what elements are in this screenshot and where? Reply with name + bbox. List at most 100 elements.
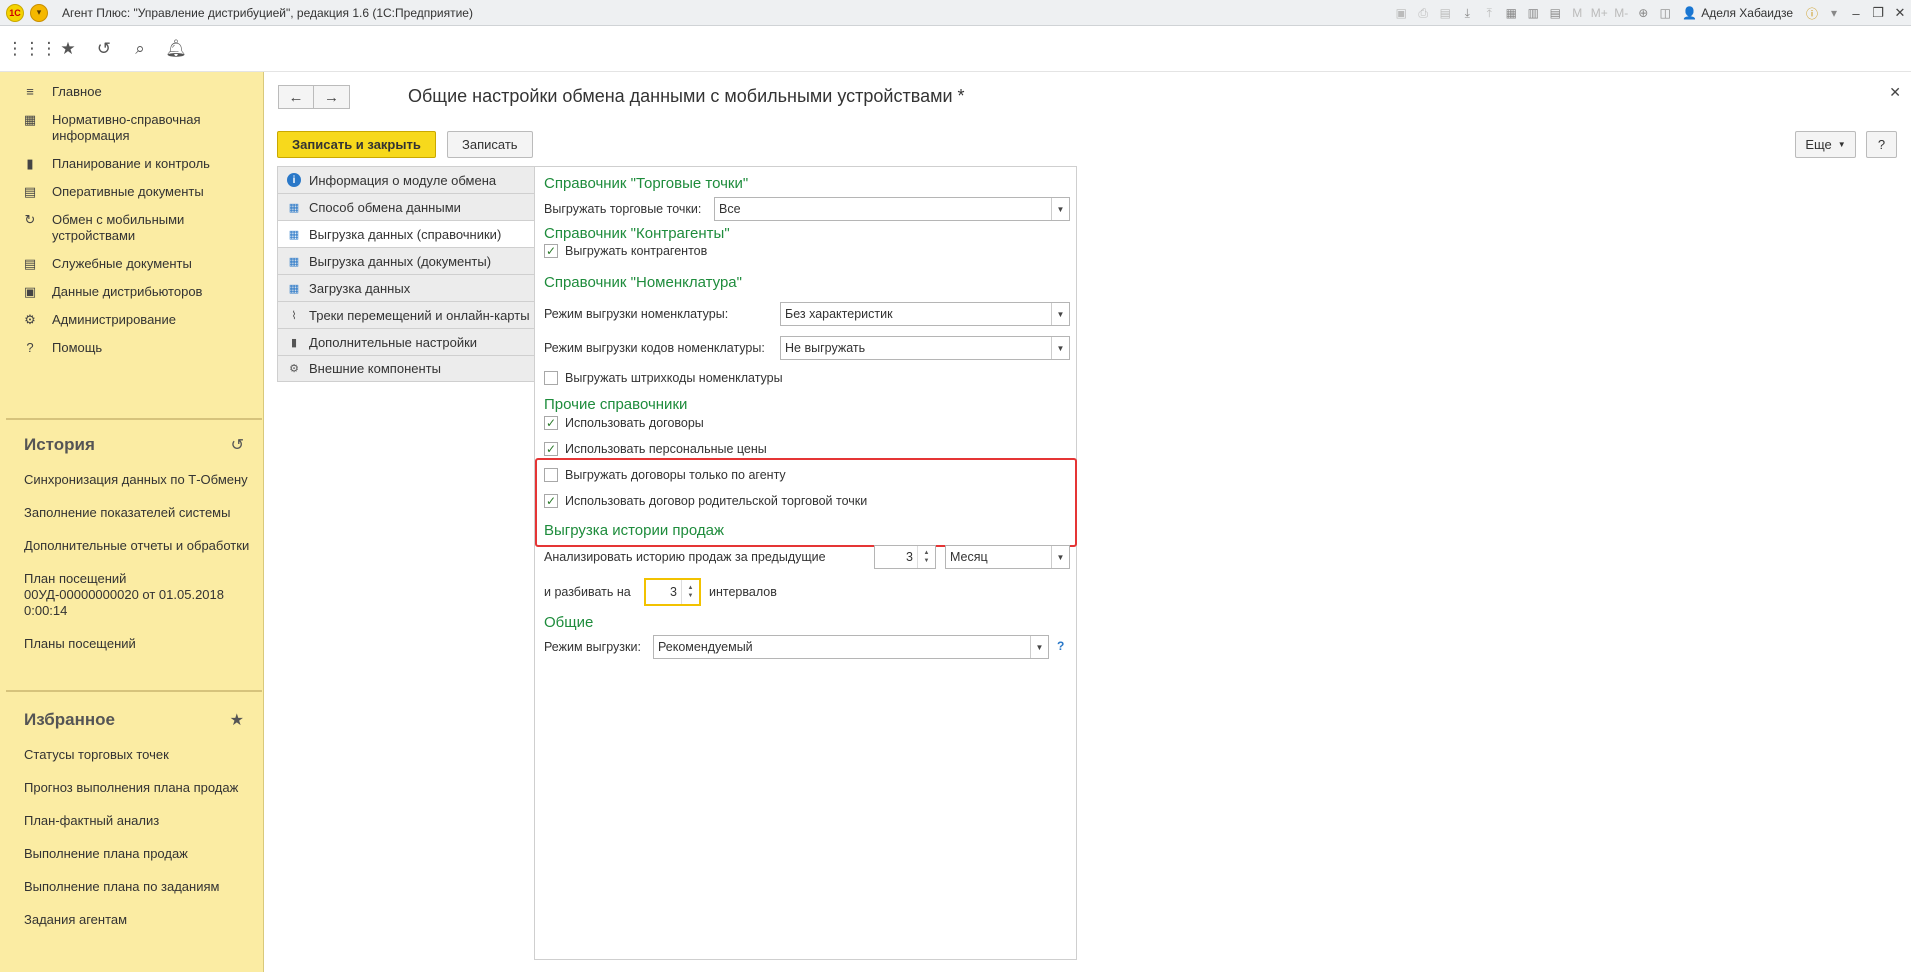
upload-icon[interactable]: ⤒: [1481, 5, 1497, 21]
quick-toolbar: ⋮⋮⋮ ★ ↺ ⌕ 🔔︎: [0, 26, 1911, 72]
checkbox-label: Выгружать контрагентов: [565, 244, 708, 258]
favorite-link[interactable]: Выполнение плана по заданиям: [0, 869, 264, 902]
sidebar-item-reference-info[interactable]: ▦ Нормативно-справочная информация: [0, 106, 263, 150]
tab-module-info[interactable]: i Информация о модуле обмена: [277, 166, 535, 193]
history-link[interactable]: Синхронизация данных по Т-Обмену: [0, 466, 264, 495]
preview-icon[interactable]: ▤: [1437, 5, 1453, 21]
history-link[interactable]: Заполнение показателей системы: [0, 495, 264, 528]
favorite-link[interactable]: Статусы торговых точек: [0, 741, 264, 770]
tab-label: Способ обмена данными: [309, 199, 461, 215]
history-period-unit-select[interactable]: Месяц ▼: [945, 545, 1070, 569]
sidebar-item-distributor-data[interactable]: ▣ Данные дистрибьюторов: [0, 278, 263, 306]
export-counterparties-checkbox[interactable]: ✓ Выгружать контрагентов: [544, 244, 707, 258]
settings-panel: Справочник "Торговые точки" Выгружать то…: [534, 166, 1077, 960]
history-link[interactable]: План посещений 00УД-00000000020 от 01.05…: [0, 561, 240, 626]
restore-icon[interactable]: ❐: [1867, 2, 1889, 24]
history-period-count-input[interactable]: 3 ▲ ▼: [874, 545, 936, 569]
sidebar-item-help[interactable]: ? Помощь: [0, 334, 263, 362]
favorite-link[interactable]: Прогноз выполнения плана продаж: [0, 770, 264, 803]
use-contracts-checkbox[interactable]: ✓ Использовать договоры: [544, 416, 704, 430]
save-icon[interactable]: ▣: [1393, 5, 1409, 21]
more-button[interactable]: Еще ▼: [1795, 131, 1856, 158]
select-value: Месяц: [950, 550, 988, 564]
list-icon: ≡: [26, 84, 34, 99]
checkbox-box[interactable]: ✓: [544, 442, 558, 456]
nomenclature-mode-select[interactable]: Без характеристик ▼: [780, 302, 1070, 326]
close-window-icon[interactable]: ✕: [1889, 2, 1911, 24]
export-barcodes-checkbox[interactable]: Выгружать штрихкоды номенклатуры: [544, 371, 783, 385]
export-mode-select[interactable]: Рекомендуемый ▼: [653, 635, 1049, 659]
favorites-star-icon[interactable]: ★: [50, 34, 86, 64]
minimize-icon[interactable]: –: [1845, 2, 1867, 24]
track-icon: ⌇: [291, 309, 297, 322]
chevron-down-icon[interactable]: ▼: [1051, 546, 1069, 568]
intervals-count-input[interactable]: 3 ▲ ▼: [644, 578, 701, 606]
tab-export-documents[interactable]: ▦ Выгрузка данных (документы): [277, 247, 535, 274]
sidebar-item-mobile-exchange[interactable]: ↻ Обмен с мобильными устройствами: [0, 206, 263, 250]
section-title-other-catalogs: Прочие справочники: [544, 396, 688, 413]
chevron-down-icon[interactable]: ▼: [1051, 198, 1069, 220]
panels-icon[interactable]: ◫: [1657, 5, 1673, 21]
memory-m-icon[interactable]: M: [1569, 5, 1585, 21]
forward-button[interactable]: →: [314, 85, 350, 109]
history-link[interactable]: Дополнительные отчеты и обработки: [0, 528, 264, 561]
tab-tracks-maps[interactable]: ⌇ Треки перемещений и онлайн-карты: [277, 301, 535, 328]
calendar-icon[interactable]: ▥: [1525, 5, 1541, 21]
apps-grid-icon[interactable]: ⋮⋮⋮: [7, 34, 58, 64]
sidebar-item-service-docs[interactable]: ▤ Служебные документы: [0, 250, 263, 278]
help-button[interactable]: ?: [1866, 131, 1897, 158]
exchange-icon: ▦: [288, 201, 300, 214]
nomenclature-codes-select[interactable]: Не выгружать ▼: [780, 336, 1070, 360]
zoom-icon[interactable]: ⊕: [1635, 5, 1651, 21]
info-icon[interactable]: ⓘ: [1804, 5, 1820, 21]
spinner-icon[interactable]: ▲ ▼: [917, 546, 935, 568]
checkbox-box[interactable]: ✓: [544, 244, 558, 258]
checkbox-box[interactable]: [544, 371, 558, 385]
outlets-export-select[interactable]: Все ▼: [714, 197, 1070, 221]
info-chevron-down-icon[interactable]: ▾: [1826, 5, 1842, 21]
checkbox-box[interactable]: ✓: [544, 416, 558, 430]
history-link[interactable]: Планы посещений: [0, 626, 264, 659]
spinner-icon[interactable]: ▲ ▼: [681, 580, 699, 604]
search-icon[interactable]: ⌕: [122, 34, 158, 64]
bell-icon[interactable]: 🔔︎: [158, 34, 194, 64]
memory-minus-icon[interactable]: M-: [1613, 5, 1629, 21]
use-personal-prices-checkbox[interactable]: ✓ Использовать персональные цены: [544, 442, 767, 456]
section-title-counterparties: Справочник "Контрагенты": [544, 225, 730, 242]
save-button[interactable]: Записать: [447, 131, 533, 158]
sidebar-item-administration[interactable]: ⚙ Администрирование: [0, 306, 263, 334]
print-icon[interactable]: ⎙: [1415, 5, 1431, 21]
star-icon[interactable]: ★: [230, 710, 244, 730]
sidebar-item-planning[interactable]: ▮ Планирование и контроль: [0, 150, 263, 178]
sidebar-item-main[interactable]: ≡ Главное: [0, 78, 263, 106]
current-user[interactable]: 👤 Аделя Хабаидзе: [1682, 6, 1793, 20]
more-label: Еще: [1805, 137, 1832, 152]
tab-external-components[interactable]: ⚙ Внешние компоненты: [277, 355, 535, 382]
tab-export-catalogs[interactable]: ▦ Выгрузка данных (справочники): [277, 220, 536, 247]
sidebar-item-label: Данные дистрибьюторов: [52, 284, 203, 299]
tab-additional-settings[interactable]: ▮ Дополнительные настройки: [277, 328, 535, 355]
tab-exchange-method[interactable]: ▦ Способ обмена данными: [277, 193, 535, 220]
chevron-down-icon[interactable]: ▼: [1030, 636, 1048, 658]
tab-label: Дополнительные настройки: [309, 334, 478, 350]
download-icon[interactable]: ⤓: [1459, 5, 1475, 21]
sidebar-item-operative-docs[interactable]: ▤ Оперативные документы: [0, 178, 263, 206]
export-icon: ▦: [288, 255, 300, 268]
tab-import-data[interactable]: ▦ Загрузка данных: [277, 274, 535, 301]
favorite-link[interactable]: Выполнение плана продаж: [0, 836, 264, 869]
history-icon[interactable]: ↺: [86, 34, 122, 64]
chevron-down-icon[interactable]: ▼: [1051, 337, 1069, 359]
chevron-down-icon[interactable]: ▼: [1051, 303, 1069, 325]
close-form-icon[interactable]: ✕: [1889, 84, 1901, 101]
favorite-link[interactable]: Задания агентам: [0, 902, 264, 935]
notes-icon[interactable]: ▤: [1547, 5, 1563, 21]
main-menu-chevron-icon[interactable]: ▾: [30, 3, 48, 22]
export-mode-help-icon[interactable]: ?: [1057, 639, 1064, 653]
back-button[interactable]: ←: [278, 85, 314, 109]
history-icon[interactable]: ↺: [231, 435, 244, 455]
memory-plus-icon[interactable]: M+: [1591, 5, 1608, 21]
chart-icon: ▮: [26, 156, 34, 171]
calculator-icon[interactable]: ▦: [1503, 5, 1519, 21]
save-and-close-button[interactable]: Записать и закрыть: [277, 131, 436, 158]
favorite-link[interactable]: План-фактный анализ: [0, 803, 264, 836]
